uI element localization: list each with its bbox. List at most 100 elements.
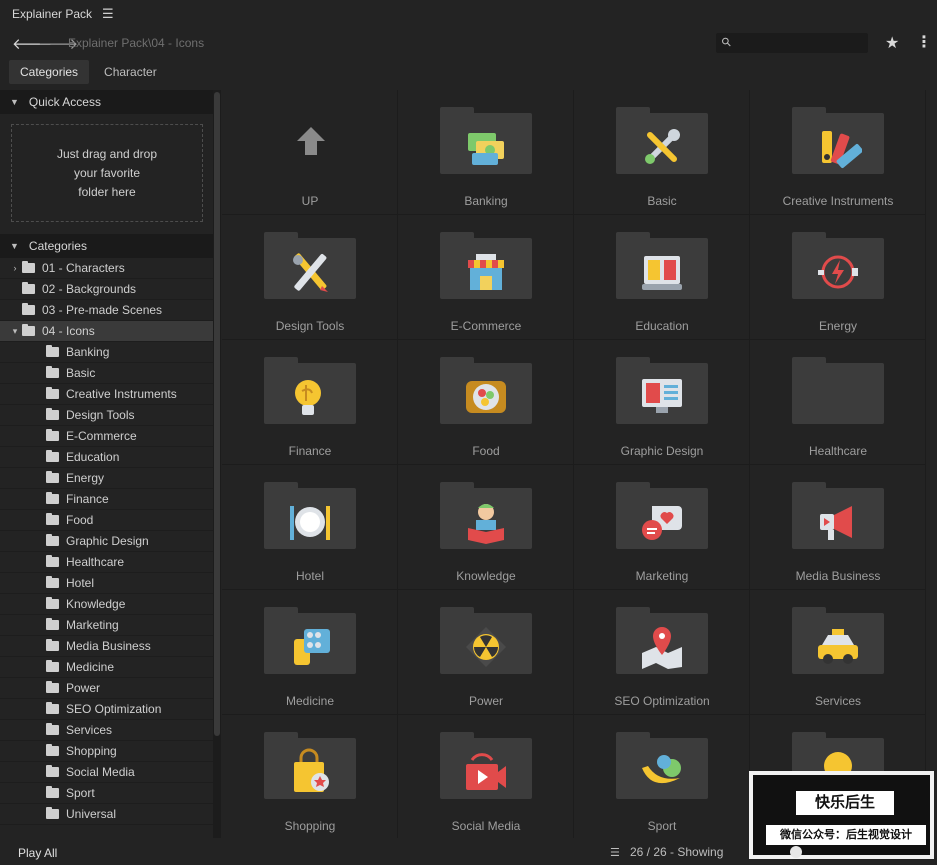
folder-tile[interactable]: Hotel	[222, 465, 398, 590]
tree-subitem[interactable]: Design Tools	[0, 405, 213, 426]
folder-tile[interactable]: Food	[398, 340, 574, 465]
more-options-icon[interactable]: ⋮	[916, 32, 932, 52]
folder-tile[interactable]: Graphic Design	[574, 340, 750, 465]
folder-label: E-Commerce	[450, 319, 522, 333]
chevron-down-icon[interactable]: ▾	[10, 326, 20, 337]
folder-tile[interactable]: Finance	[222, 340, 398, 465]
tree-subitem[interactable]: Education	[0, 447, 213, 468]
sort-icon[interactable]: ☰	[610, 846, 620, 859]
folder-tile[interactable]: Banking	[398, 90, 574, 215]
sidebar-scrollbar[interactable]	[213, 90, 221, 838]
folder-icon	[46, 702, 59, 714]
folder-tile[interactable]: SEO Optimization	[574, 590, 750, 715]
folder-tile[interactable]: Basic	[574, 90, 750, 215]
folder-label: Services	[814, 694, 861, 708]
tree-item-3[interactable]: ▾ 04 - Icons	[0, 321, 213, 342]
quick-access-drop-zone[interactable]: Just drag and drop your favorite folder …	[11, 124, 203, 222]
tree-subitem[interactable]: Universal	[0, 804, 213, 825]
folder-tile[interactable]: Creative Instruments	[750, 90, 926, 215]
folder-label: Social Media	[451, 819, 521, 833]
tree-subitem-label: Sport	[66, 786, 95, 800]
tree-subitem-label: Shopping	[66, 744, 117, 758]
video-icon	[462, 748, 510, 796]
tree-subitem[interactable]: Services	[0, 720, 213, 741]
forward-arrow-icon[interactable]: 🡒	[38, 34, 78, 53]
tree-subitem[interactable]: Hotel	[0, 573, 213, 594]
folder-label: Knowledge	[456, 569, 516, 583]
dining-icon	[286, 498, 334, 546]
search-input[interactable]: ⚲	[716, 33, 868, 53]
scrollbar-thumb[interactable]	[214, 92, 220, 736]
monitor-icon	[638, 373, 686, 421]
tree-subitem[interactable]: Shopping	[0, 741, 213, 762]
folder-tile[interactable]: Social Media	[398, 715, 574, 838]
categories-header[interactable]: ▼ Categories	[0, 234, 213, 258]
search-icon: ⚲	[718, 33, 735, 51]
folder-tile[interactable]: Power	[398, 590, 574, 715]
folder-tile[interactable]: Energy	[750, 215, 926, 340]
tree-item-2[interactable]: 03 - Pre-made Scenes	[0, 300, 213, 321]
folder-icon	[792, 357, 884, 424]
tree-subitem[interactable]: Sport	[0, 783, 213, 804]
folder-tile[interactable]: Healthcare	[750, 340, 926, 465]
folder-tile[interactable]: Media Business	[750, 465, 926, 590]
folder-tile[interactable]: Shopping	[222, 715, 398, 838]
folder-tile[interactable]: Sport	[574, 715, 750, 838]
folder-label: Media Business	[795, 569, 881, 583]
shop-icon	[462, 248, 510, 296]
tree-subitem[interactable]: Power	[0, 678, 213, 699]
tree-item-label: 03 - Pre-made Scenes	[42, 303, 163, 317]
tree-subitem[interactable]: E-Commerce	[0, 426, 213, 447]
quick-access-hint: Just drag and drop your favorite folder …	[56, 146, 158, 199]
folder-label: Food	[472, 444, 500, 458]
book-icon	[638, 248, 686, 296]
play-all-button[interactable]: Play All	[18, 846, 57, 860]
folder-tile[interactable]: Education	[574, 215, 750, 340]
quick-access-header[interactable]: ▼ Quick Access	[0, 90, 213, 114]
tree-item-1[interactable]: 02 - Backgrounds	[0, 279, 213, 300]
tab-categories[interactable]: Categories	[9, 60, 90, 84]
back-arrow-icon[interactable]: 🡐	[12, 34, 52, 53]
tree-subitem[interactable]: Energy	[0, 468, 213, 489]
tree-subitem[interactable]: Creative Instruments	[0, 384, 213, 405]
tree-subitem[interactable]: Media Business	[0, 636, 213, 657]
folder-icon	[46, 786, 59, 798]
tree-subitem-label: Banking	[66, 345, 110, 359]
hamburger-menu-icon[interactable]: ☰	[102, 6, 114, 22]
plug-icon	[814, 248, 862, 296]
zoom-slider-handle[interactable]	[790, 846, 802, 858]
money-icon	[462, 123, 510, 171]
tree-subitem[interactable]: Graphic Design	[0, 531, 213, 552]
tab-character[interactable]: Character	[93, 60, 168, 84]
folder-tile[interactable]: Knowledge	[398, 465, 574, 590]
shopping-bag-icon	[286, 748, 334, 796]
tree-subitem[interactable]: Social Media	[0, 762, 213, 783]
tree-subitem-label: Marketing	[66, 618, 119, 632]
up-folder[interactable]: UP	[222, 90, 398, 215]
folder-tile[interactable]: Medicine	[222, 590, 398, 715]
watermark-subtitle: 微信公众号：后生视觉设计	[766, 825, 926, 845]
folder-tile[interactable]: Services	[750, 590, 926, 715]
tree-subitem[interactable]: SEO Optimization	[0, 699, 213, 720]
tree-subitem[interactable]: Healthcare	[0, 552, 213, 573]
tree-subitem-label: Creative Instruments	[66, 387, 177, 401]
tree-subitem-label: Media Business	[66, 639, 151, 653]
tools-icon	[638, 123, 686, 171]
folder-icon	[46, 639, 59, 651]
tree-subitem[interactable]: Marketing	[0, 615, 213, 636]
tree-subitem[interactable]: Food	[0, 510, 213, 531]
tree-subitem[interactable]: Basic	[0, 363, 213, 384]
folder-tile[interactable]: Marketing	[574, 465, 750, 590]
tree-subitem[interactable]: Knowledge	[0, 594, 213, 615]
folder-tile[interactable]: Design Tools	[222, 215, 398, 340]
folder-icon	[46, 408, 59, 420]
folder-tile[interactable]: E-Commerce	[398, 215, 574, 340]
tree-subitem[interactable]: Banking	[0, 342, 213, 363]
tree-subitem-label: E-Commerce	[66, 429, 137, 443]
tree-subitem[interactable]: Medicine	[0, 657, 213, 678]
chevron-right-icon[interactable]: ›	[10, 263, 20, 273]
tree-item-0[interactable]: › 01 - Characters	[0, 258, 213, 279]
chevron-down-icon: ▼	[10, 97, 19, 107]
favorite-star-icon[interactable]: ★	[885, 33, 899, 53]
tree-subitem[interactable]: Finance	[0, 489, 213, 510]
